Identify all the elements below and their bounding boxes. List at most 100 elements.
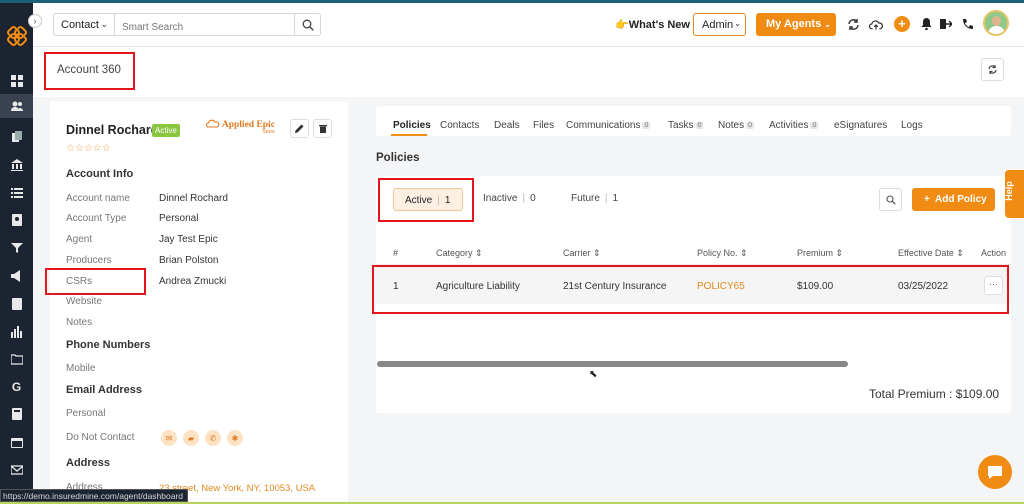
bar-chart-icon [10,326,22,338]
column-header-premium[interactable]: Premium ⇕ [797,248,843,259]
search-type-select[interactable]: Contact ⌄ [53,13,115,36]
sidebar-item-filters[interactable] [0,236,33,260]
calculator-icon [11,408,22,420]
search-policies-button[interactable] [879,188,902,211]
column-header-policy-no-label: Policy No. [697,248,738,258]
bell-icon [921,18,931,30]
column-header-carrier[interactable]: Carrier ⇕ [563,248,601,259]
tab-communications[interactable]: Communications 0 [566,120,651,131]
help-tab[interactable]: Help [1004,170,1024,218]
column-header-effective-date[interactable]: Effective Date ⇕ [898,248,964,259]
sidebar-toggle-button[interactable]: › [28,14,42,28]
admin-dropdown[interactable]: Admin ⌄ [693,13,746,36]
column-header-policy-no[interactable]: Policy No. ⇕ [697,248,748,259]
tab-activities[interactable]: Activities 0 [769,120,819,131]
filter-inactive-button[interactable]: Inactive | 0 [483,193,536,204]
quick-add-button[interactable]: + [894,16,910,32]
tab-deals[interactable]: Deals [494,120,520,131]
field-label-website: Website [66,296,102,307]
do-not-contact-mail-toggle[interactable]: ✉ [161,430,177,446]
refresh-button[interactable] [981,58,1004,81]
chevron-down-icon: ⌄ [734,19,741,28]
my-agents-button[interactable]: My Agents ⌄ [756,13,836,36]
phone-button[interactable] [960,17,974,31]
horizontal-scrollbar[interactable] [377,361,848,367]
add-policy-label: Add Policy [935,194,987,205]
sidebar-item-contacts[interactable] [0,94,33,118]
do-not-contact-email-toggle[interactable]: ✱ [227,430,243,446]
mouse-cursor-icon: ⬉ [589,369,598,380]
policies-table-card: Active | 1 Inactive | 0 Future | 1 + Add Polic… [376,176,1011,413]
sidebar: G [0,3,33,504]
notifications-button[interactable] [919,17,933,31]
sync-icon [847,18,859,30]
sidebar-item-lists[interactable] [0,181,33,205]
cloud-icon [205,119,220,128]
sidebar-item-analytics[interactable] [0,320,33,344]
column-header-premium-label: Premium [797,248,834,258]
filter-active-button[interactable]: Active | 1 [393,188,463,211]
whats-new-link[interactable]: 👉What's New [615,18,690,31]
do-not-contact-sms-toggle[interactable]: ▰ [183,430,199,446]
sidebar-item-calculator[interactable] [0,402,33,426]
tab-contacts[interactable]: Contacts [440,120,479,131]
do-not-contact-call-toggle[interactable]: ✆ [205,430,221,446]
field-value-producers: Brian Polston [159,255,219,266]
tab-communications-label: Communications [566,120,641,131]
column-header-category[interactable]: Category ⇕ [436,248,483,259]
tab-esignatures[interactable]: eSignatures [834,120,887,131]
tab-policies[interactable]: Policies [393,120,431,131]
sidebar-item-google[interactable]: G [0,375,33,399]
filter-active-count: 1 [444,195,451,206]
tab-activities-label: Activities [769,120,809,131]
column-header-effective-date-label: Effective Date [898,248,954,258]
plus-icon: + [924,194,930,205]
sync-button[interactable] [846,17,860,31]
sidebar-item-email[interactable] [0,458,33,482]
document-icon [11,298,22,310]
tab-tasks[interactable]: Tasks 0 [668,120,704,131]
users-icon [10,101,23,111]
filter-future-button[interactable]: Future | 1 [571,193,618,204]
filter-inactive-count: 0 [530,193,536,204]
sidebar-item-campaigns[interactable] [0,264,33,288]
more-horizontal-icon: ··· [989,279,998,289]
sidebar-item-dashboard[interactable] [0,69,33,93]
sort-icon: ⇕ [593,248,601,258]
sidebar-item-calendar[interactable] [0,430,33,454]
sidebar-item-folders[interactable] [0,347,33,371]
page-title: Account 360 [57,64,121,76]
tab-files[interactable]: Files [533,120,554,131]
smart-search-input[interactable] [115,13,295,36]
cloud-upload-button[interactable] [869,17,883,31]
section-account-info: Account Info [66,168,134,180]
cell-policy-number-link[interactable]: POLICY65 [697,281,745,292]
delete-account-button[interactable] [313,119,332,138]
phone-icon [962,18,973,29]
column-header-action: Action [981,248,1007,258]
tab-notes[interactable]: Notes 0 [718,120,755,131]
sidebar-item-contact-card[interactable] [0,208,33,232]
logout-button[interactable] [939,17,953,31]
sidebar-item-reports[interactable] [0,292,33,316]
user-avatar[interactable] [983,10,1009,36]
mail-icon [10,465,23,475]
sidebar-item-carriers[interactable] [0,153,33,177]
edit-account-button[interactable] [290,119,309,138]
app-logo-icon[interactable] [6,25,28,47]
add-policy-button[interactable]: + Add Policy [912,188,995,211]
applied-epic-logo: Applied Epic Store [205,119,275,135]
cell-number: 1 [393,281,399,292]
tab-notes-label: Notes [718,120,745,131]
sort-icon: ⇕ [835,248,844,258]
row-actions-button[interactable]: ··· [984,276,1003,295]
tab-logs[interactable]: Logs [901,120,923,131]
rating-stars[interactable]: ☆☆☆☆☆ [66,143,111,154]
cell-effective-date: 03/25/2022 [898,281,949,292]
policies-panel: Policies Contacts Deals Files Communicat… [376,101,1012,413]
sidebar-item-documents[interactable] [0,125,33,149]
chat-button[interactable] [978,455,1012,489]
top-bar: Contact⌄ 👉What's New Admin⌄ My Agents ⌄ … [33,3,1024,47]
sort-icon: ⇕ [475,248,483,258]
search-button[interactable] [294,13,321,36]
